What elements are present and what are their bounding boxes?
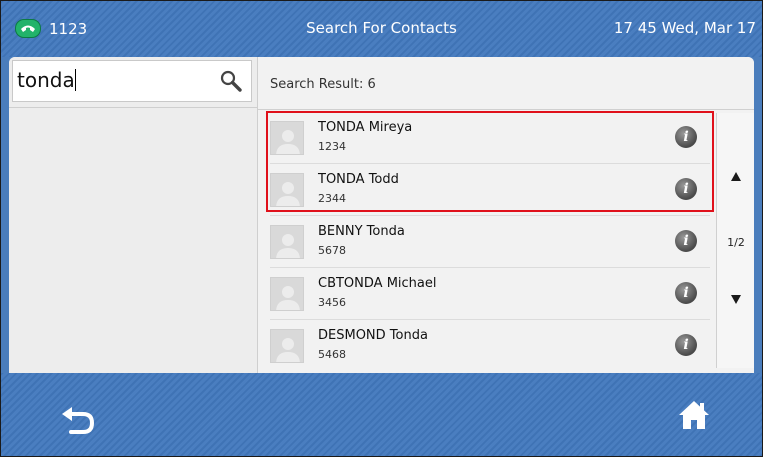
contact-number: 5678: [318, 244, 346, 257]
search-icon[interactable]: [219, 69, 243, 93]
phone-screen: 1123 Search For Contacts 17 45 Wed, Mar …: [0, 0, 763, 457]
results-pane: Search Result: 6 TONDA Mireya 1234 i TON…: [258, 57, 754, 373]
page-up-icon[interactable]: [731, 172, 741, 181]
main-content: tonda Search Result: 6 TONDA Mireya 1234: [9, 57, 754, 373]
search-pane: tonda: [9, 57, 258, 373]
contact-name: DESMOND Tonda: [318, 328, 428, 343]
contact-avatar-icon: [270, 173, 304, 207]
info-icon[interactable]: i: [675, 282, 697, 304]
contact-avatar-icon: [270, 121, 304, 155]
contact-name: TONDA Todd: [318, 172, 399, 187]
contact-name: TONDA Mireya: [318, 120, 413, 135]
contact-row[interactable]: TONDA Mireya 1234 i: [270, 112, 710, 164]
contact-avatar-icon: [270, 329, 304, 363]
contact-number: 1234: [318, 140, 346, 153]
contact-number: 2344: [318, 192, 346, 205]
info-icon[interactable]: i: [675, 334, 697, 356]
page-scroller: 1/2: [716, 113, 754, 368]
page-down-icon[interactable]: [731, 295, 741, 304]
info-icon[interactable]: i: [675, 126, 697, 148]
contact-row[interactable]: CBTONDA Michael 3456 i: [270, 268, 710, 320]
search-result-count: Search Result: 6: [270, 77, 376, 92]
search-input-value: tonda: [17, 68, 75, 92]
contact-name: BENNY Tonda: [318, 224, 405, 239]
date-time: 17 45 Wed, Mar 17: [613, 19, 756, 37]
page-indicator: 1/2: [727, 236, 745, 249]
softkey-bar: [1, 373, 762, 456]
contact-row[interactable]: DESMOND Tonda 5468 i: [270, 320, 710, 372]
contact-avatar-icon: [270, 277, 304, 311]
text-caret: [74, 69, 76, 91]
contact-row[interactable]: BENNY Tonda 5678 i: [270, 216, 710, 268]
info-icon[interactable]: i: [675, 230, 697, 252]
contact-number: 5468: [318, 348, 346, 361]
back-arrow-icon[interactable]: [61, 405, 97, 435]
contact-list: TONDA Mireya 1234 i TONDA Todd 2344 i BE…: [270, 112, 710, 372]
status-bar: 1123 Search For Contacts 17 45 Wed, Mar …: [1, 1, 762, 57]
search-input[interactable]: tonda: [12, 60, 252, 102]
contact-number: 3456: [318, 296, 346, 309]
home-icon[interactable]: [677, 398, 711, 432]
contact-name: CBTONDA Michael: [318, 276, 437, 291]
info-icon[interactable]: i: [675, 178, 697, 200]
contact-row[interactable]: TONDA Todd 2344 i: [270, 164, 710, 216]
divider: [9, 107, 257, 108]
contact-avatar-icon: [270, 225, 304, 259]
divider: [258, 109, 754, 110]
